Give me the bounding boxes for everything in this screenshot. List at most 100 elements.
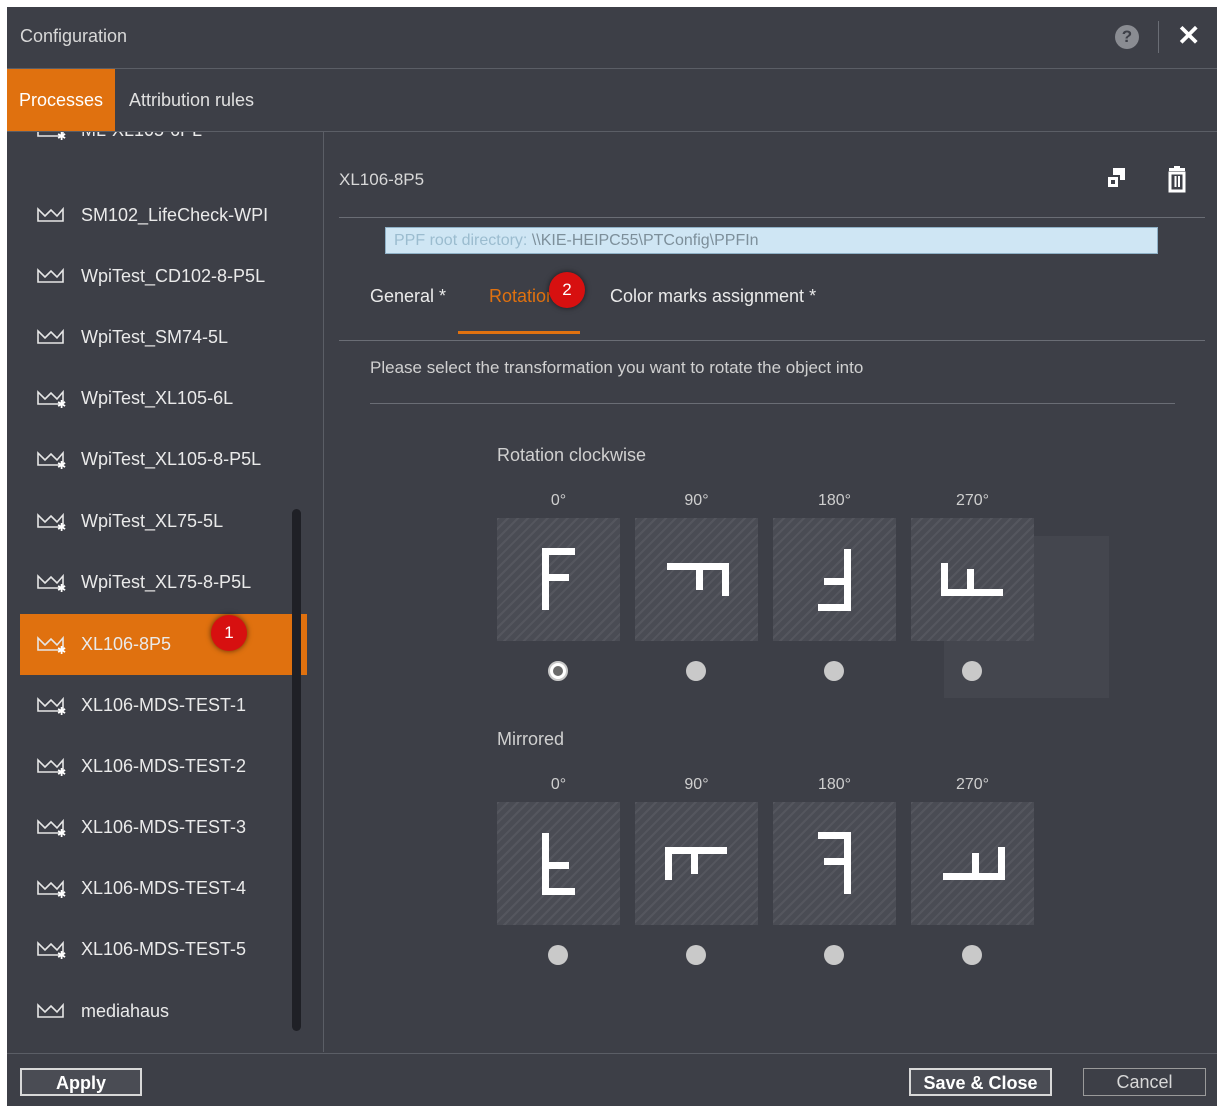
- process-name: XL106-8P5: [339, 170, 425, 189]
- rotation-90-preview[interactable]: [635, 518, 758, 641]
- svg-text:✱: ✱: [57, 888, 66, 898]
- process-detail: XL106-8P5 PPF root directory: \\KIE-HEIP…: [324, 132, 1217, 1052]
- process-list-item[interactable]: ✱ ML-XL105-6PL: [20, 132, 307, 161]
- process-list-item[interactable]: ✱ WpiTest_XL105-8-P5L: [20, 429, 307, 490]
- top-navigation: Processes Attribution rules: [7, 69, 1217, 132]
- process-list-item[interactable]: ✱ XL106-MDS-TEST-1: [20, 675, 307, 736]
- process-name-label: WpiTest_XL75-5L: [81, 511, 224, 531]
- callout-badge-1: 1: [211, 615, 247, 651]
- letter-f-mirrored-180-icon: [818, 832, 851, 894]
- duplicate-icon[interactable]: [1102, 164, 1132, 194]
- rotation-270-preview[interactable]: [911, 518, 1034, 641]
- rotation-clockwise-title: Rotation clockwise: [497, 445, 647, 465]
- delete-icon[interactable]: [1162, 164, 1192, 194]
- process-star-icon: ✱: [37, 512, 66, 531]
- svg-text:✱: ✱: [57, 582, 66, 592]
- tab-attribution-rules[interactable]: Attribution rules: [117, 69, 266, 131]
- save-close-button[interactable]: Save & Close: [909, 1068, 1052, 1096]
- process-icon: [37, 267, 64, 283]
- rotation-0-preview[interactable]: [497, 518, 620, 641]
- process-list-item[interactable]: WpiTest_CD102-8-P5L: [20, 246, 307, 307]
- close-icon[interactable]: ✕: [1177, 20, 1200, 52]
- tabs-divider: [339, 340, 1205, 341]
- process-icon: [37, 206, 64, 222]
- letter-f-mirrored-0-icon: [542, 833, 575, 895]
- process-name-label: WpiTest_CD102-8-P5L: [81, 266, 266, 286]
- rotation-180-preview[interactable]: [773, 518, 896, 641]
- process-list-scrollbar[interactable]: [292, 509, 301, 1031]
- mirrored-180-radio[interactable]: [824, 945, 844, 965]
- process-name-label: WpiTest_XL105-8-P5L: [81, 449, 262, 469]
- header-divider: [339, 217, 1205, 218]
- mirrored-90-radio[interactable]: [686, 945, 706, 965]
- process-star-icon: ✱: [37, 389, 66, 408]
- process-list-item[interactable]: mediahaus: [20, 981, 307, 1042]
- svg-text:✱: ✱: [57, 949, 66, 959]
- process-list-item[interactable]: ✱ XL106-MDS-TEST-4: [20, 858, 307, 919]
- svg-text:✱: ✱: [57, 521, 66, 531]
- ppf-root-label: PPF root directory:: [394, 232, 528, 249]
- svg-text:✱: ✱: [57, 398, 66, 408]
- dialog-title: Configuration: [20, 26, 128, 46]
- tab-color-marks-assignment[interactable]: Color marks assignment *: [610, 286, 816, 307]
- process-list-item[interactable]: ✱ WpiTest_XL75-5L: [20, 491, 307, 552]
- rotation-label-180: 180°: [817, 492, 852, 509]
- process-star-icon: ✱: [37, 879, 66, 898]
- process-name-label: WpiTest_SM74-5L: [81, 327, 229, 347]
- mirrored-180-preview[interactable]: [773, 802, 896, 925]
- tab-rotation[interactable]: Rotation: [489, 286, 556, 307]
- process-star-icon: ✱: [37, 696, 66, 715]
- letter-f-90-icon: [667, 563, 729, 596]
- title-bar: Configuration ? ✕: [7, 7, 1217, 69]
- process-list-item[interactable]: SM102_LifeCheck-WPI: [20, 185, 307, 246]
- tab-processes[interactable]: Processes: [7, 69, 116, 131]
- process-list-item[interactable]: ✱ XL106-MDS-TEST-3: [20, 797, 307, 858]
- rotation-180-radio[interactable]: [824, 661, 844, 681]
- process-name-label: XL106-MDS-TEST-4: [81, 878, 247, 898]
- letter-f-mirrored-90-icon: [665, 847, 727, 880]
- mirrored-0-preview[interactable]: [497, 802, 620, 925]
- svg-text:✱: ✱: [57, 459, 66, 469]
- svg-text:✱: ✱: [57, 827, 66, 837]
- cancel-button[interactable]: Cancel: [1083, 1068, 1206, 1096]
- process-list-item[interactable]: ✱ XL106-8P5: [20, 614, 307, 675]
- process-name-label: WpiTest_XL75-8-P5L: [81, 572, 252, 592]
- process-name-label: XL106-MDS-TEST-2: [81, 756, 247, 776]
- rotation-label-270: 270°: [955, 492, 990, 509]
- active-tab-indicator: [458, 331, 580, 334]
- ppf-root-directory-field[interactable]: PPF root directory: \\KIE-HEIPC55\PTConf…: [385, 227, 1158, 254]
- tab-general[interactable]: General *: [370, 286, 446, 307]
- process-list-item[interactable]: ✱ XL106-MDS-TEST-5: [20, 919, 307, 980]
- process-icon: [37, 328, 64, 344]
- process-list-item[interactable]: ✱ XL106-MDS-TEST-2: [20, 736, 307, 797]
- rotation-270-radio[interactable]: [962, 661, 982, 681]
- process-list-item[interactable]: ✱ WpiTest_XL105-6L: [20, 368, 307, 429]
- svg-text:✱: ✱: [57, 766, 66, 776]
- mirrored-270-preview[interactable]: [911, 802, 1034, 925]
- process-name-label: XL106-MDS-TEST-1: [81, 695, 247, 715]
- svg-text:✱: ✱: [57, 644, 66, 654]
- process-name-label: XL106-MDS-TEST-5: [81, 939, 247, 959]
- mirrored-0-radio[interactable]: [548, 945, 568, 965]
- title-separator: [1158, 21, 1159, 53]
- letter-f-0-icon: [542, 548, 575, 610]
- rotation-90-radio[interactable]: [686, 661, 706, 681]
- process-name-label: SM102_LifeCheck-WPI: [81, 205, 269, 225]
- process-name-label: mediahaus: [81, 1001, 170, 1021]
- mirrored-label-270: 270°: [955, 776, 990, 793]
- letter-f-mirrored-270-icon: [943, 847, 1005, 880]
- process-name-label: WpiTest_XL105-6L: [81, 388, 234, 408]
- process-list-item[interactable]: ✱ WpiTest_XL75-8-P5L: [20, 552, 307, 613]
- process-name-label: XL106-8P5: [81, 634, 172, 654]
- mirrored-90-preview[interactable]: [635, 802, 758, 925]
- instruction-text: Please select the transformation you wan…: [370, 358, 864, 377]
- svg-text:✱: ✱: [57, 132, 66, 140]
- mirrored-270-radio[interactable]: [962, 945, 982, 965]
- rotation-0-radio[interactable]: [548, 661, 568, 681]
- rotation-label-90: 90°: [684, 492, 709, 509]
- help-icon[interactable]: ?: [1115, 25, 1139, 49]
- callout-badge-2: 2: [549, 272, 585, 308]
- process-list-item[interactable]: WpiTest_SM74-5L: [20, 307, 307, 368]
- apply-button[interactable]: Apply: [20, 1068, 142, 1096]
- configuration-dialog: Configuration ? ✕ Processes Attribution …: [7, 7, 1217, 1106]
